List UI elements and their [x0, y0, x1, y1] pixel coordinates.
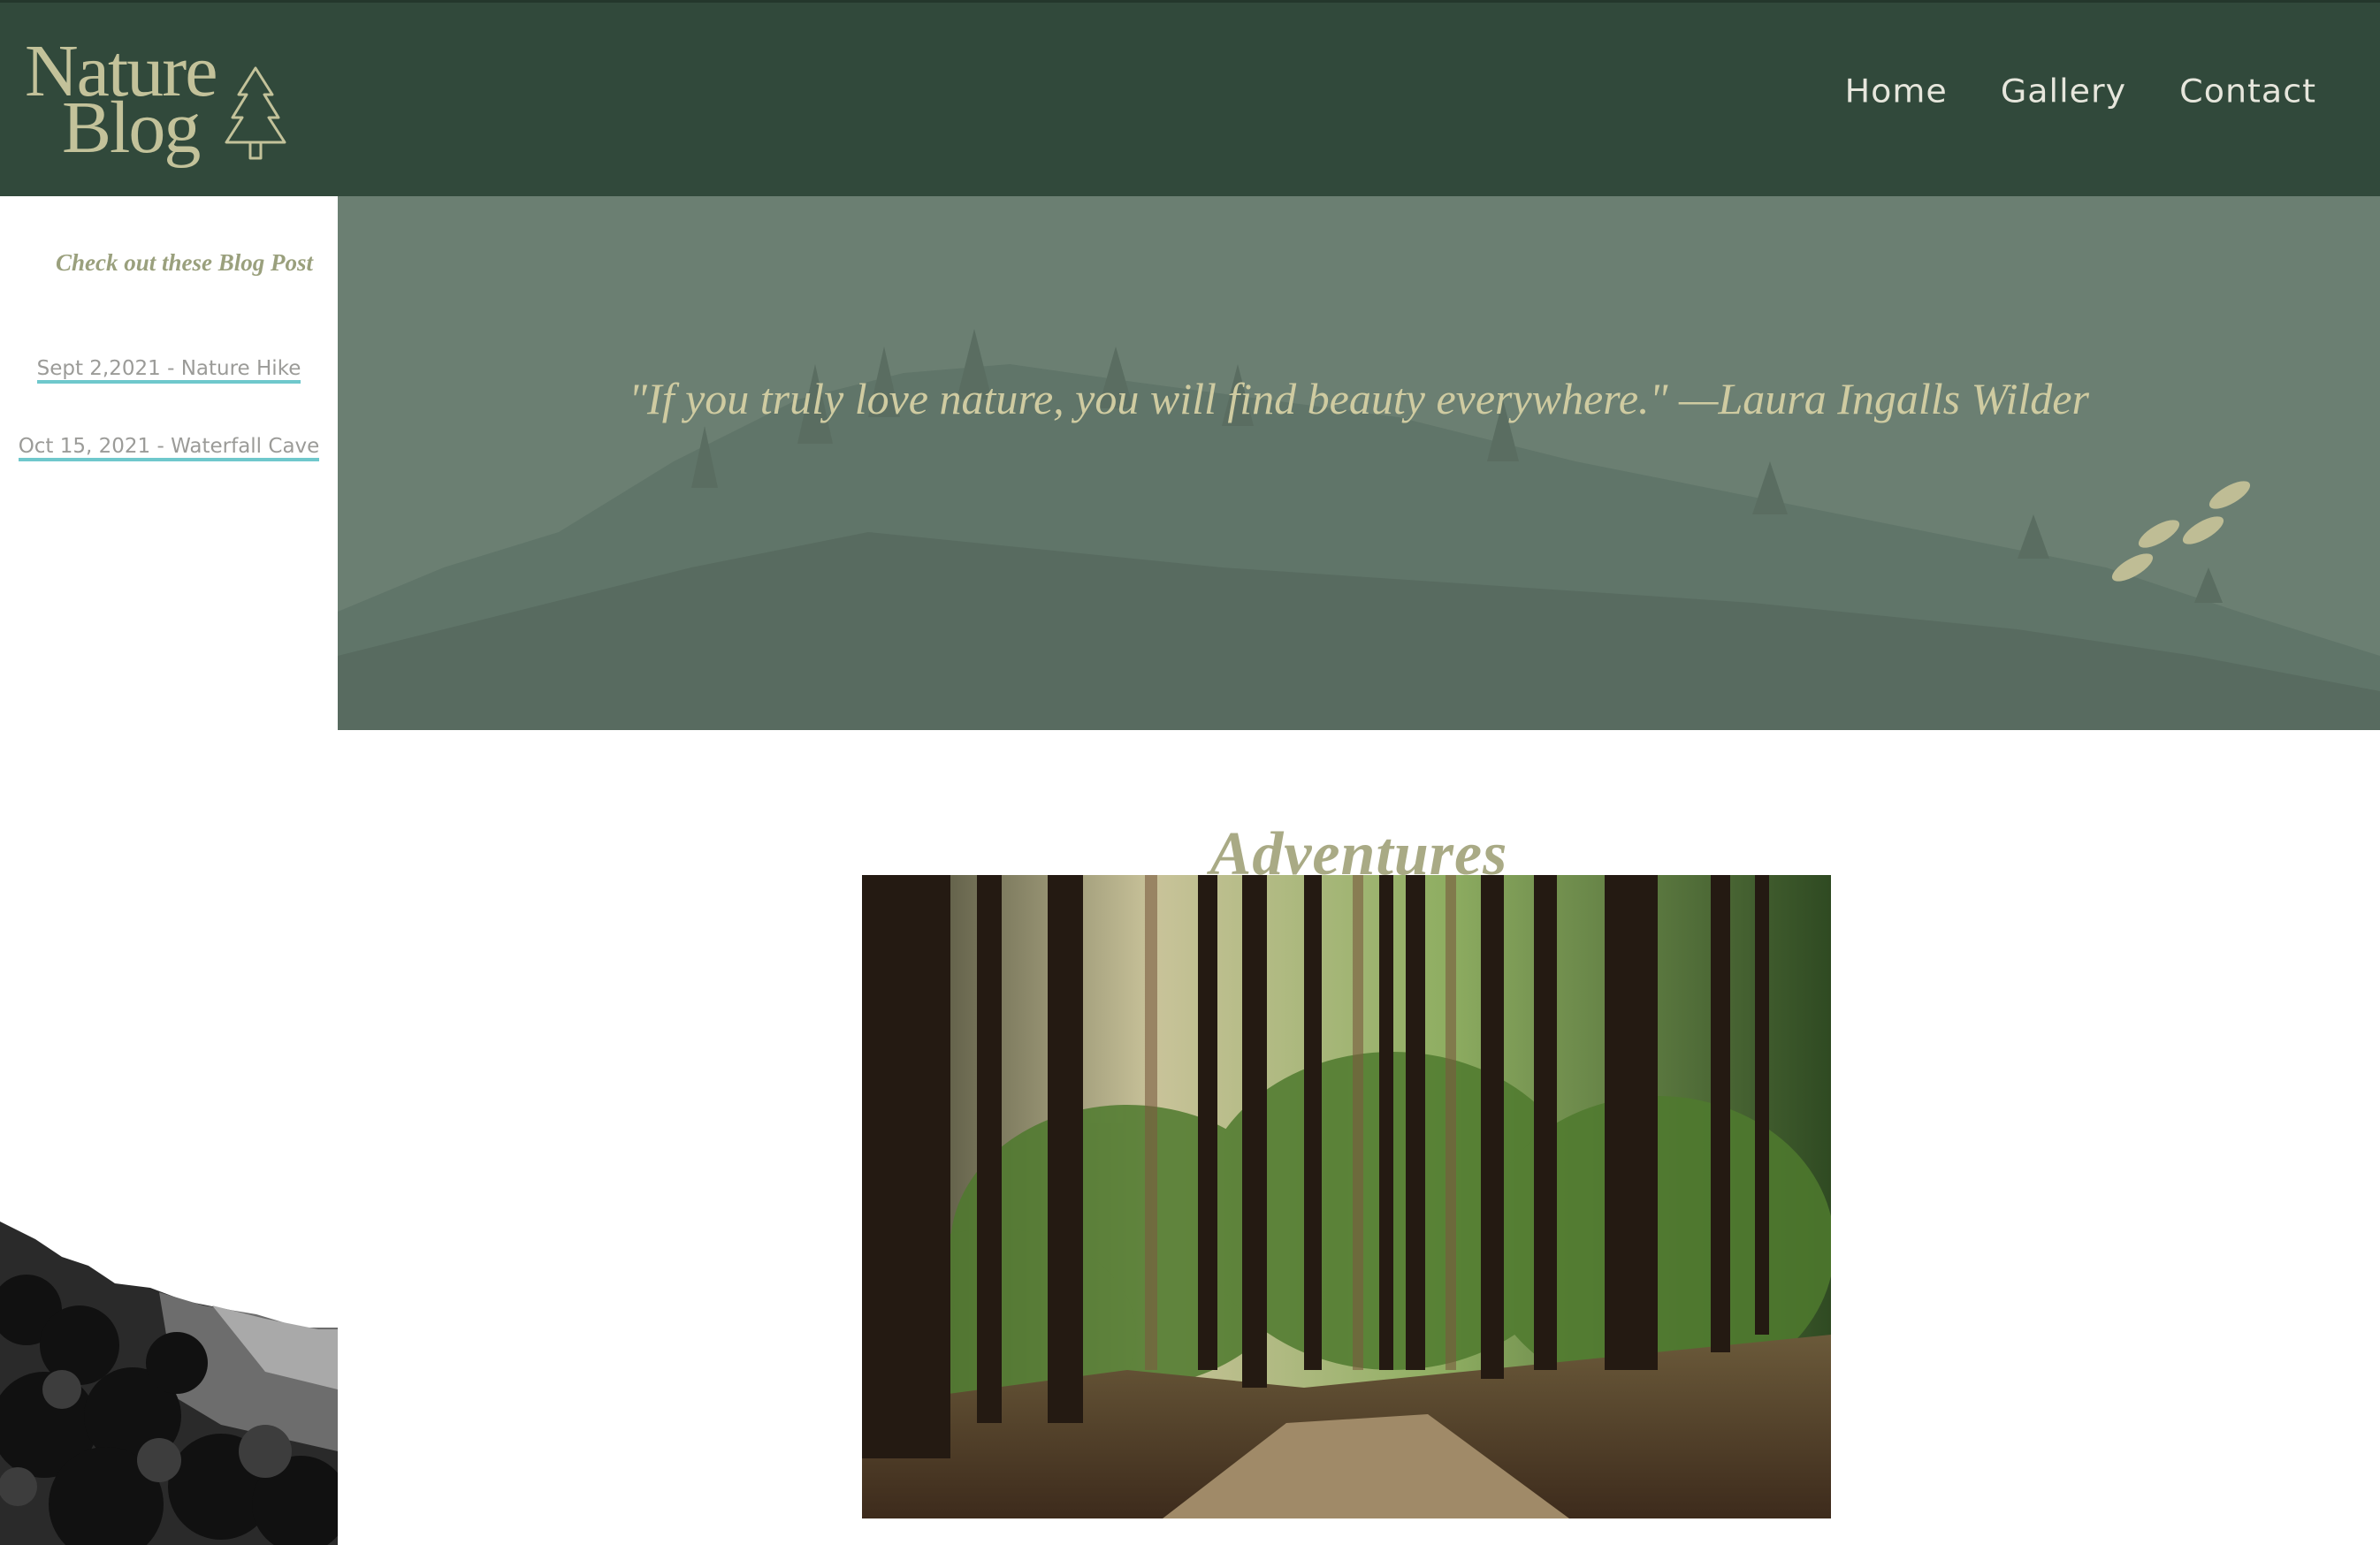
sidebar-forest-image: [0, 1222, 338, 1545]
nav-gallery[interactable]: Gallery: [2001, 66, 2126, 117]
sidebar-link-label: Sept 2,2021 - Nature Hike: [36, 357, 301, 384]
footprints-icon: [2111, 481, 2251, 582]
sidebar-link-label: Oct 15, 2021 - Waterfall Cave: [18, 435, 320, 461]
nav-home[interactable]: Home: [1845, 66, 1948, 117]
site-header: Nature Blog Home Gallery Contact: [0, 0, 2380, 196]
hero-banner: "If you truly love nature, you will find…: [338, 196, 2380, 730]
sidebar-link-nature-hike[interactable]: Sept 2,2021 - Nature Hike: [0, 357, 338, 384]
hero-quote: "If you truly love nature, you will find…: [629, 374, 2089, 423]
misty-forest-background: [338, 196, 2380, 730]
logo-text-line2: Blog: [62, 87, 201, 169]
nav-contact[interactable]: Contact: [2179, 66, 2316, 117]
forest-path-photo: [862, 875, 1831, 1518]
sidebar-link-waterfall-cave[interactable]: Oct 15, 2021 - Waterfall Cave: [0, 435, 338, 461]
main-nav: Home Gallery Contact: [1845, 65, 2316, 118]
sidebar: Check out these Blog Post Sept 2,2021 - …: [0, 196, 338, 1545]
sidebar-title: Check out these Blog Post: [55, 249, 313, 276]
pine-tree-icon: [225, 66, 286, 160]
site-logo[interactable]: Nature Blog: [25, 34, 308, 176]
